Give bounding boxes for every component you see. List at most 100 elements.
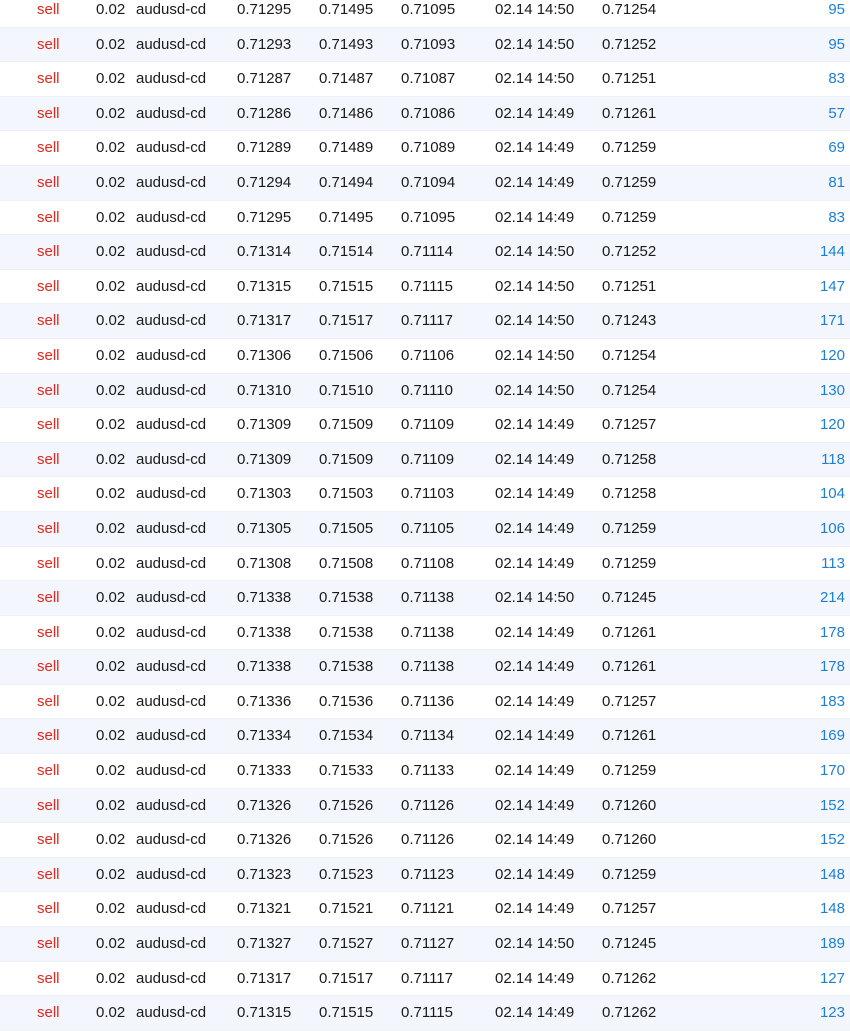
order-current-price: 0.71251 [602, 277, 657, 295]
order-row[interactable]: sell 0.02 audusd-cd 0.71287 0.71487 0.71087 02… [0, 62, 850, 97]
order-open-price: 0.71310 [237, 381, 292, 399]
order-time: 02.14 14:50 [495, 589, 575, 607]
order-open-price: 0.71303 [237, 485, 292, 503]
order-time: 02.14 14:49 [495, 104, 575, 122]
order-side: sell [37, 554, 60, 572]
order-stop-loss: 0.71133 [401, 762, 455, 780]
order-open-price: 0.71333 [237, 762, 292, 780]
order-volume: 0.02 [96, 450, 126, 468]
order-row[interactable]: sell 0.02 audusd-cd 0.71289 0.71489 0.71089 02… [0, 131, 850, 166]
order-row[interactable]: sell 0.02 audusd-cd 0.71336 0.71536 0.71136 02… [0, 684, 850, 720]
order-stop-loss: 0.71138 [401, 589, 455, 607]
order-row[interactable]: sell 0.02 audusd-cd 0.71309 0.71509 0.71109 02… [0, 442, 850, 478]
order-side: sell [37, 762, 60, 780]
order-row[interactable]: sell 0.02 audusd-cd 0.71295 0.71495 0.71095 02… [0, 0, 850, 28]
order-open-price: 0.71305 [237, 519, 292, 537]
order-profit: 169 [819, 727, 845, 745]
order-symbol: audusd-cd [136, 831, 207, 849]
order-row[interactable]: sell 0.02 audusd-cd 0.71338 0.71538 0.71138 02… [0, 615, 850, 651]
order-side: sell [37, 139, 60, 157]
order-stop-loss: 0.71108 [401, 554, 455, 572]
order-current-price: 0.71259 [602, 139, 657, 157]
order-open-price: 0.71293 [237, 35, 292, 53]
order-time: 02.14 14:49 [495, 208, 575, 226]
order-row[interactable]: sell 0.02 audusd-cd 0.71327 0.71527 0.71127 02… [0, 927, 850, 962]
order-symbol: audusd-cd [136, 381, 207, 399]
order-take-profit: 0.71538 [319, 623, 374, 641]
order-stop-loss: 0.71110 [401, 381, 453, 399]
order-symbol: audusd-cd [136, 589, 207, 607]
order-row[interactable]: sell 0.02 audusd-cd 0.71310 0.71510 0.71110 02… [0, 373, 850, 409]
order-symbol: audusd-cd [136, 796, 207, 814]
order-row[interactable]: sell 0.02 audusd-cd 0.71338 0.71538 0.71138 02… [0, 581, 850, 616]
order-stop-loss: 0.71115 [401, 1004, 453, 1022]
order-profit: 147 [819, 277, 845, 295]
order-take-profit: 0.71489 [319, 139, 374, 157]
order-row[interactable]: sell 0.02 audusd-cd 0.71305 0.71505 0.71105 02… [0, 511, 850, 547]
order-side: sell [37, 485, 60, 503]
order-side: sell [37, 623, 60, 641]
order-current-price: 0.71259 [602, 173, 657, 191]
order-take-profit: 0.71536 [319, 692, 374, 710]
order-take-profit: 0.71487 [319, 70, 374, 88]
order-stop-loss: 0.71123 [401, 865, 455, 883]
order-profit: 118 [821, 450, 845, 468]
order-row[interactable]: sell 0.02 audusd-cd 0.71317 0.71517 0.71117 02… [0, 304, 850, 339]
order-profit: 127 [819, 969, 845, 987]
order-row[interactable]: sell 0.02 audusd-cd 0.71317 0.71517 0.71117 02… [0, 961, 850, 997]
order-symbol: audusd-cd [136, 139, 207, 157]
order-row[interactable]: sell 0.02 audusd-cd 0.71303 0.71503 0.71103 02… [0, 477, 850, 512]
order-side: sell [37, 70, 60, 88]
order-row[interactable]: sell 0.02 audusd-cd 0.71306 0.71506 0.71106 02… [0, 338, 850, 374]
order-side: sell [37, 104, 60, 122]
order-stop-loss: 0.71093 [401, 35, 456, 53]
order-side: sell [37, 381, 60, 399]
order-row[interactable]: sell 0.02 audusd-cd 0.71295 0.71495 0.71095 02… [0, 200, 850, 236]
order-profit: 189 [819, 935, 845, 953]
order-open-price: 0.71334 [237, 727, 292, 745]
order-row[interactable]: sell 0.02 audusd-cd 0.71334 0.71534 0.71134 02… [0, 719, 850, 755]
order-side: sell [37, 900, 60, 918]
order-current-price: 0.71245 [602, 589, 657, 607]
order-row[interactable]: sell 0.02 audusd-cd 0.71333 0.71533 0.71133 02… [0, 754, 850, 789]
order-side: sell [37, 865, 60, 883]
order-row[interactable]: sell 0.02 audusd-cd 0.71323 0.71523 0.71123 02… [0, 857, 850, 893]
order-row[interactable]: sell 0.02 audusd-cd 0.71308 0.71508 0.71108 02… [0, 546, 850, 582]
order-stop-loss: 0.71095 [401, 208, 456, 226]
order-current-price: 0.71262 [602, 1004, 657, 1022]
order-row[interactable]: sell 0.02 audusd-cd 0.71321 0.71521 0.71121 02… [0, 892, 850, 928]
order-open-price: 0.71338 [237, 623, 292, 641]
order-row[interactable]: sell 0.02 audusd-cd 0.71326 0.71526 0.71126 02… [0, 788, 850, 824]
order-current-price: 0.71254 [602, 381, 657, 399]
order-current-price: 0.71259 [602, 865, 657, 883]
order-row[interactable]: sell 0.02 audusd-cd 0.71294 0.71494 0.71094 02… [0, 165, 850, 201]
order-symbol: audusd-cd [136, 243, 207, 261]
order-symbol: audusd-cd [136, 692, 207, 710]
order-profit: 106 [819, 519, 845, 537]
order-row[interactable]: sell 0.02 audusd-cd 0.71315 0.71515 0.71115 02… [0, 269, 850, 305]
order-stop-loss: 0.71087 [401, 70, 456, 88]
order-symbol: audusd-cd [136, 208, 207, 226]
order-take-profit: 0.71515 [319, 1004, 374, 1022]
order-row[interactable]: sell 0.02 audusd-cd 0.71315 0.71515 0.71115 02… [0, 996, 850, 1031]
order-profit: 81 [828, 173, 845, 191]
order-stop-loss: 0.71127 [401, 935, 455, 953]
order-take-profit: 0.71527 [319, 935, 374, 953]
order-time: 02.14 14:49 [495, 796, 575, 814]
order-row[interactable]: sell 0.02 audusd-cd 0.71314 0.71514 0.71114 02… [0, 235, 850, 270]
order-profit: 104 [819, 485, 845, 503]
order-row[interactable]: sell 0.02 audusd-cd 0.71286 0.71486 0.71086 02… [0, 96, 850, 132]
order-current-price: 0.71261 [602, 623, 657, 641]
order-profit: 152 [819, 831, 845, 849]
order-symbol: audusd-cd [136, 312, 207, 330]
order-volume: 0.02 [96, 243, 126, 261]
order-stop-loss: 0.71109 [401, 416, 455, 434]
order-current-price: 0.71259 [602, 554, 657, 572]
order-stop-loss: 0.71089 [401, 139, 456, 157]
order-row[interactable]: sell 0.02 audusd-cd 0.71326 0.71526 0.71126 02… [0, 823, 850, 858]
order-row[interactable]: sell 0.02 audusd-cd 0.71309 0.71509 0.71109 02… [0, 408, 850, 443]
order-row[interactable]: sell 0.02 audusd-cd 0.71293 0.71493 0.71093 02… [0, 27, 850, 63]
order-time: 02.14 14:49 [495, 173, 575, 191]
order-row[interactable]: sell 0.02 audusd-cd 0.71338 0.71538 0.71138 02… [0, 650, 850, 685]
order-volume: 0.02 [96, 485, 126, 503]
